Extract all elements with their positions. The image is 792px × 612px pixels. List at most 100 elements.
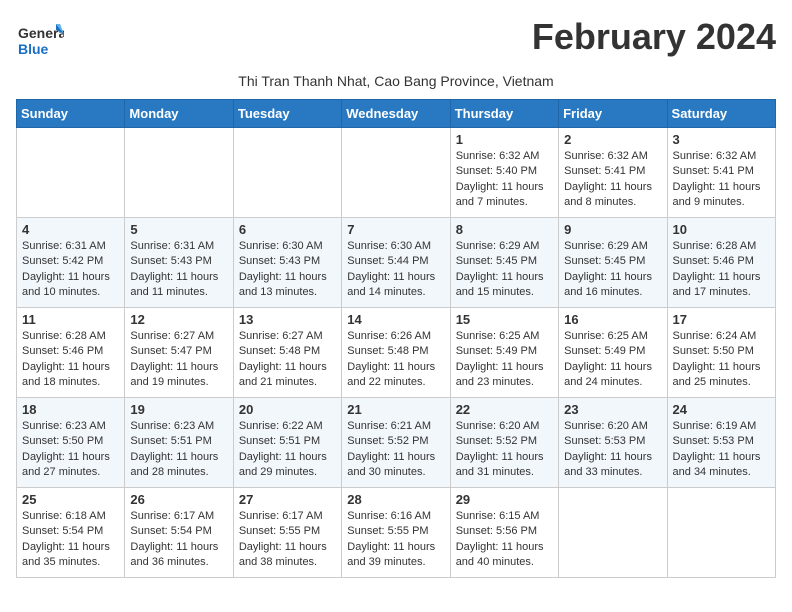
- calendar-cell-w1-d1: 5 Sunrise: 6:31 AM Sunset: 5:43 PM Daylig…: [125, 218, 233, 308]
- calendar-cell-w4-d0: 25Sunrise: 6:18 AM Sunset: 5:54 PM Dayli…: [17, 488, 125, 578]
- day-number: 19: [130, 402, 227, 417]
- day-info: Sunrise: 6:16 AM Sunset: 5:55 PM Dayligh…: [347, 509, 444, 571]
- day-info: Sunrise: 6:26 AM Sunset: 5:48 PM Dayligh…: [347, 329, 444, 391]
- day-info: Sunrise: 6:17 AM Sunset: 5:54 PM Dayligh…: [130, 509, 227, 571]
- calendar-cell-w4-d2: 27Sunrise: 6:17 AM Sunset: 5:55 PM Dayli…: [233, 488, 341, 578]
- calendar-cell-w2-d2: 13 Sunrise: 6:27 AM Sunset: 5:48 PM Dayli…: [233, 308, 341, 398]
- day-info: Sunrise: 6:15 AM Sunset: 5:56 PM Dayligh…: [456, 509, 553, 571]
- day-info: Sunrise: 6:29 AM Sunset: 5:45 PM Dayligh…: [456, 239, 553, 301]
- logo: General Blue: [16, 16, 64, 69]
- calendar-cell-w3-d4: 22Sunrise: 6:20 AM Sunset: 5:52 PM Dayli…: [450, 398, 558, 488]
- day-info: Sunrise: 6:27 AM Sunset: 5:47 PM Dayligh…: [130, 329, 227, 391]
- logo-icon: General Blue: [16, 16, 64, 64]
- day-info: Sunrise: 6:25 AM Sunset: 5:49 PM Dayligh…: [564, 329, 661, 391]
- calendar-cell-w0-d3: [342, 128, 450, 218]
- day-info: Sunrise: 6:22 AM Sunset: 5:51 PM Dayligh…: [239, 419, 336, 481]
- calendar-cell-w2-d5: 16 Sunrise: 6:25 AM Sunset: 5:49 PM Dayli…: [559, 308, 667, 398]
- calendar-cell-w4-d4: 29 Sunrise: 6:15 AM Sunset: 5:56 PM Dayli…: [450, 488, 558, 578]
- calendar-cell-w3-d2: 20 Sunrise: 6:22 AM Sunset: 5:51 PM Dayli…: [233, 398, 341, 488]
- subtitle: Thi Tran Thanh Nhat, Cao Bang Province, …: [16, 73, 776, 89]
- calendar-cell-w1-d4: 8 Sunrise: 6:29 AM Sunset: 5:45 PM Daylig…: [450, 218, 558, 308]
- day-number: 18: [22, 402, 119, 417]
- day-info: Sunrise: 6:30 AM Sunset: 5:43 PM Dayligh…: [239, 239, 336, 301]
- day-number: 23: [564, 402, 661, 417]
- calendar-cell-w4-d3: 28 Sunrise: 6:16 AM Sunset: 5:55 PM Dayli…: [342, 488, 450, 578]
- day-number: 10: [673, 222, 770, 237]
- header: General Blue February 2024: [16, 16, 776, 69]
- day-info: Sunrise: 6:29 AM Sunset: 5:45 PM Dayligh…: [564, 239, 661, 301]
- page-title: February 2024: [532, 16, 776, 58]
- day-info: Sunrise: 6:20 AM Sunset: 5:52 PM Dayligh…: [456, 419, 553, 481]
- calendar-cell-w2-d0: 11Sunrise: 6:28 AM Sunset: 5:46 PM Dayli…: [17, 308, 125, 398]
- calendar-cell-w3-d6: 24 Sunrise: 6:19 AM Sunset: 5:53 PM Dayli…: [667, 398, 775, 488]
- calendar-cell-w1-d0: 4 Sunrise: 6:31 AM Sunset: 5:42 PM Daylig…: [17, 218, 125, 308]
- day-info: Sunrise: 6:31 AM Sunset: 5:43 PM Dayligh…: [130, 239, 227, 301]
- day-number: 21: [347, 402, 444, 417]
- col-header-thursday: Thursday: [450, 100, 558, 128]
- day-info: Sunrise: 6:24 AM Sunset: 5:50 PM Dayligh…: [673, 329, 770, 391]
- calendar-cell-w3-d1: 19 Sunrise: 6:23 AM Sunset: 5:51 PM Dayli…: [125, 398, 233, 488]
- calendar-cell-w1-d6: 10 Sunrise: 6:28 AM Sunset: 5:46 PM Dayli…: [667, 218, 775, 308]
- calendar-cell-w0-d0: [17, 128, 125, 218]
- calendar-cell-w1-d2: 6 Sunrise: 6:30 AM Sunset: 5:43 PM Daylig…: [233, 218, 341, 308]
- day-number: 13: [239, 312, 336, 327]
- day-info: Sunrise: 6:21 AM Sunset: 5:52 PM Dayligh…: [347, 419, 444, 481]
- day-info: Sunrise: 6:30 AM Sunset: 5:44 PM Dayligh…: [347, 239, 444, 301]
- day-number: 3: [673, 132, 770, 147]
- calendar-cell-w0-d4: 1 Sunrise: 6:32 AM Sunset: 5:40 PM Daylig…: [450, 128, 558, 218]
- day-number: 14: [347, 312, 444, 327]
- day-info: Sunrise: 6:20 AM Sunset: 5:53 PM Dayligh…: [564, 419, 661, 481]
- calendar-cell-w3-d0: 18 Sunrise: 6:23 AM Sunset: 5:50 PM Dayli…: [17, 398, 125, 488]
- day-number: 26: [130, 492, 227, 507]
- svg-text:Blue: Blue: [18, 41, 49, 57]
- calendar-cell-w0-d2: [233, 128, 341, 218]
- col-header-saturday: Saturday: [667, 100, 775, 128]
- calendar-cell-w1-d5: 9Sunrise: 6:29 AM Sunset: 5:45 PM Daylig…: [559, 218, 667, 308]
- calendar-cell-w3-d5: 23 Sunrise: 6:20 AM Sunset: 5:53 PM Dayli…: [559, 398, 667, 488]
- day-number: 29: [456, 492, 553, 507]
- day-number: 16: [564, 312, 661, 327]
- day-number: 11: [22, 312, 119, 327]
- calendar-cell-w1-d3: 7 Sunrise: 6:30 AM Sunset: 5:44 PM Daylig…: [342, 218, 450, 308]
- day-number: 12: [130, 312, 227, 327]
- calendar-cell-w2-d3: 14 Sunrise: 6:26 AM Sunset: 5:48 PM Dayli…: [342, 308, 450, 398]
- col-header-wednesday: Wednesday: [342, 100, 450, 128]
- col-header-friday: Friday: [559, 100, 667, 128]
- day-info: Sunrise: 6:18 AM Sunset: 5:54 PM Dayligh…: [22, 509, 119, 571]
- day-number: 27: [239, 492, 336, 507]
- day-number: 8: [456, 222, 553, 237]
- day-number: 1: [456, 132, 553, 147]
- col-header-tuesday: Tuesday: [233, 100, 341, 128]
- calendar-cell-w4-d6: [667, 488, 775, 578]
- day-info: Sunrise: 6:28 AM Sunset: 5:46 PM Dayligh…: [673, 239, 770, 301]
- calendar-table: SundayMondayTuesdayWednesdayThursdayFrid…: [16, 99, 776, 578]
- day-number: 15: [456, 312, 553, 327]
- day-number: 7: [347, 222, 444, 237]
- calendar-cell-w2-d4: 15 Sunrise: 6:25 AM Sunset: 5:49 PM Dayli…: [450, 308, 558, 398]
- day-info: Sunrise: 6:25 AM Sunset: 5:49 PM Dayligh…: [456, 329, 553, 391]
- col-header-monday: Monday: [125, 100, 233, 128]
- day-number: 20: [239, 402, 336, 417]
- calendar-cell-w0-d6: 3Sunrise: 6:32 AM Sunset: 5:41 PM Daylig…: [667, 128, 775, 218]
- day-number: 4: [22, 222, 119, 237]
- calendar-cell-w3-d3: 21 Sunrise: 6:21 AM Sunset: 5:52 PM Dayli…: [342, 398, 450, 488]
- day-number: 17: [673, 312, 770, 327]
- calendar-cell-w0-d5: 2 Sunrise: 6:32 AM Sunset: 5:41 PM Daylig…: [559, 128, 667, 218]
- calendar-cell-w2-d1: 12 Sunrise: 6:27 AM Sunset: 5:47 PM Dayli…: [125, 308, 233, 398]
- day-number: 6: [239, 222, 336, 237]
- day-info: Sunrise: 6:19 AM Sunset: 5:53 PM Dayligh…: [673, 419, 770, 481]
- col-header-sunday: Sunday: [17, 100, 125, 128]
- logo-graphic: General Blue: [16, 16, 64, 69]
- day-info: Sunrise: 6:27 AM Sunset: 5:48 PM Dayligh…: [239, 329, 336, 391]
- day-number: 24: [673, 402, 770, 417]
- day-info: Sunrise: 6:32 AM Sunset: 5:41 PM Dayligh…: [564, 149, 661, 211]
- day-info: Sunrise: 6:23 AM Sunset: 5:50 PM Dayligh…: [22, 419, 119, 481]
- calendar-cell-w0-d1: [125, 128, 233, 218]
- day-number: 2: [564, 132, 661, 147]
- day-info: Sunrise: 6:31 AM Sunset: 5:42 PM Dayligh…: [22, 239, 119, 301]
- day-number: 5: [130, 222, 227, 237]
- day-info: Sunrise: 6:23 AM Sunset: 5:51 PM Dayligh…: [130, 419, 227, 481]
- day-info: Sunrise: 6:32 AM Sunset: 5:40 PM Dayligh…: [456, 149, 553, 211]
- day-number: 28: [347, 492, 444, 507]
- calendar-cell-w4-d5: [559, 488, 667, 578]
